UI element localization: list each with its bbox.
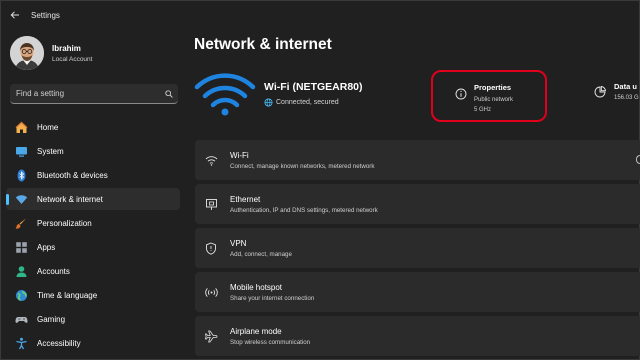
data-usage-title: Data u: [614, 82, 637, 91]
settings-card-mobile-hotspot[interactable]: Mobile hotspot Share your internet conne…: [195, 272, 640, 312]
sidebar-item-accessibility[interactable]: Accessibility: [6, 332, 180, 354]
sidebar-item-label: System: [37, 146, 64, 156]
vpn-shield-icon: [204, 241, 218, 255]
hotspot-icon: [204, 285, 218, 299]
sidebar-item-label: Bluetooth & devices: [37, 170, 108, 180]
back-button[interactable]: [1, 1, 29, 29]
card-subtitle: Share your internet connection: [230, 295, 315, 302]
ethernet-icon: [204, 197, 218, 211]
apps-icon: [14, 240, 28, 254]
time-language-icon: [14, 288, 28, 302]
bluetooth-icon: [14, 168, 28, 182]
globe-icon: [264, 98, 273, 107]
wifi-icon: [204, 153, 218, 167]
card-title: Ethernet: [230, 195, 261, 204]
connection-status-text: Connected, secured: [276, 99, 339, 106]
card-title: Mobile hotspot: [230, 283, 283, 292]
accessibility-icon: [14, 336, 28, 350]
airplane-icon: [204, 329, 218, 343]
sidebar-item-label: Personalization: [37, 218, 92, 228]
properties-title: Properties: [474, 83, 512, 92]
sidebar-item-home[interactable]: Home: [6, 116, 180, 138]
data-usage-value: 156.03 G: [614, 95, 639, 101]
card-title: VPN: [230, 239, 247, 248]
brush-icon: [14, 216, 28, 230]
sidebar-item-label: Network & internet: [37, 194, 103, 204]
card-subtitle: Connect, manage known networks, metered …: [230, 163, 375, 170]
profile-name: Ibrahim: [52, 43, 81, 53]
card-subtitle: Authentication, IP and DNS settings, met…: [230, 207, 378, 214]
back-arrow-icon: [10, 11, 19, 19]
connection-status: Connected, secured: [264, 98, 339, 107]
toggle-edge-icon[interactable]: [636, 155, 640, 164]
search-input[interactable]: [10, 89, 160, 98]
avatar: [10, 36, 44, 70]
title-bar: Settings: [0, 0, 640, 30]
sidebar-item-apps[interactable]: Apps: [6, 236, 180, 258]
search-box: [10, 84, 178, 104]
system-icon: [14, 144, 28, 158]
sidebar-item-gaming[interactable]: Gaming: [6, 308, 180, 330]
sidebar-item-label: Apps: [37, 242, 56, 252]
connection-name: Wi-Fi (NETGEAR80): [264, 81, 363, 93]
data-usage-icon: [594, 86, 606, 98]
properties-band: 5 GHz: [474, 107, 492, 113]
sidebar-item-label: Accounts: [37, 266, 70, 276]
sidebar: Ibrahim Local Account Home System: [0, 30, 190, 360]
home-icon: [14, 120, 28, 134]
sidebar-item-system[interactable]: System: [6, 140, 180, 162]
sidebar-item-label: Time & language: [37, 290, 98, 300]
sidebar-item-bluetooth-devices[interactable]: Bluetooth & devices: [6, 164, 180, 186]
search-icon[interactable]: [160, 85, 178, 103]
settings-card-ethernet[interactable]: Ethernet Authentication, IP and DNS sett…: [195, 184, 640, 224]
settings-list: Wi-Fi Connect, manage known networks, me…: [195, 140, 640, 360]
sidebar-item-accounts[interactable]: Accounts: [6, 260, 180, 282]
sidebar-item-label: Home: [37, 122, 59, 132]
sidebar-item-personalization[interactable]: Personalization: [6, 212, 180, 234]
profile-account-type: Local Account: [52, 55, 93, 63]
info-icon: [455, 88, 467, 100]
settings-card-airplane-mode[interactable]: Airplane mode Stop wireless communicatio…: [195, 316, 640, 356]
sidebar-item-network-internet[interactable]: Network & internet: [6, 188, 180, 210]
wifi-hero-icon: [194, 73, 256, 116]
properties-tile[interactable]: Properties Public network 5 GHz: [431, 70, 547, 122]
accounts-icon: [14, 264, 28, 278]
card-title: Airplane mode: [230, 327, 282, 336]
page-title: Network & internet: [194, 36, 332, 53]
sidebar-item-time-language[interactable]: Time & language: [6, 284, 180, 306]
settings-card-vpn[interactable]: VPN Add, connect, manage: [195, 228, 640, 268]
user-profile[interactable]: Ibrahim Local Account: [10, 36, 92, 70]
card-subtitle: Add, connect, manage: [230, 251, 292, 258]
gaming-icon: [14, 312, 28, 326]
properties-network-type: Public network: [474, 97, 514, 103]
card-subtitle: Stop wireless communication: [230, 339, 311, 346]
card-title: Wi-Fi: [230, 151, 249, 160]
sidebar-item-label: Gaming: [37, 314, 66, 324]
window-title: Settings: [31, 10, 60, 20]
network-icon: [14, 192, 28, 206]
sidebar-nav: Home System Bluetooth & devices Network …: [6, 116, 180, 356]
sidebar-item-label: Accessibility: [37, 338, 81, 348]
settings-card-wifi[interactable]: Wi-Fi Connect, manage known networks, me…: [195, 140, 640, 180]
